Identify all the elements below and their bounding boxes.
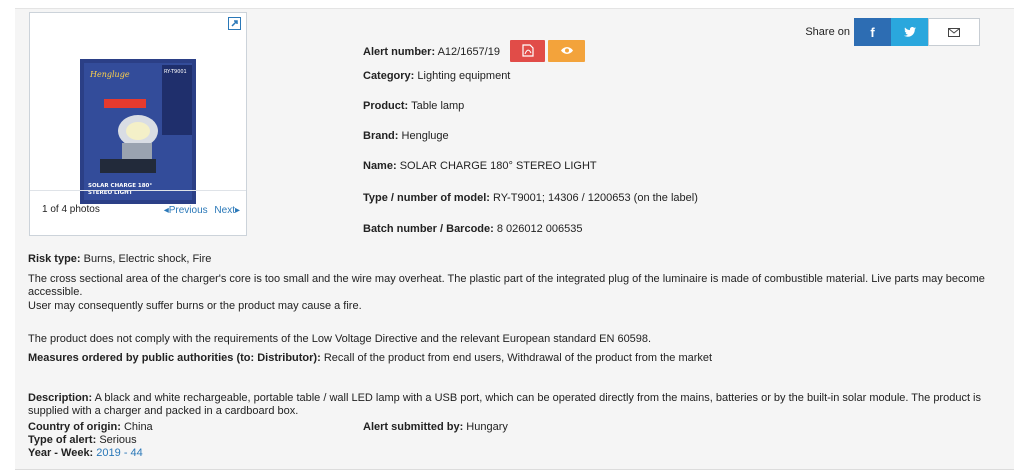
expand-icon[interactable] [228,17,241,30]
measures-value: Recall of the product from end users, Wi… [323,352,713,364]
share-bar: Share on f [805,18,980,46]
eye-icon [561,47,573,54]
twitter-icon [903,27,916,37]
category-row: Category: Lighting equipment [363,70,510,82]
model-row: Type / number of model: RY-T9001; 14306 … [363,192,698,204]
category-value: Lighting equipment [417,70,511,82]
name-value: SOLAR CHARGE 180° STEREO LIGHT [399,160,597,172]
submitted-label: Alert submitted by: [363,421,464,433]
photo-pager: ◂Previous Next▸ [164,205,240,216]
photo-footer: 1 of 4 photos ◂Previous Next▸ [30,190,246,235]
risk-consequence: User may consequently suffer burns or th… [28,300,362,312]
risk-type-row: Risk type: Burns, Electric shock, Fire [28,253,1006,266]
batch-label: Batch number / Barcode: [363,223,494,235]
box-brand-text: Hengluge [89,70,130,79]
next-link[interactable]: Next▸ [214,205,240,216]
name-label: Name: [363,160,397,172]
product-label: Product: [363,100,409,112]
model-label: Type / number of model: [363,192,490,204]
facebook-share-button[interactable]: f [854,18,891,46]
submitted-value: Hungary [466,421,508,433]
brand-value: Hengluge [401,130,449,142]
photo-gallery: Hengluge RY-T9001 SOLAR CHARGE 180° STER… [29,12,247,236]
batch-row: Batch number / Barcode: 8 026012 006535 [363,223,583,235]
next-label: Next [214,205,235,216]
description-value: A black and white rechargeable, portable… [28,392,982,417]
risk-type-value: Burns, Electric shock, Fire [83,253,212,265]
year-week-link[interactable]: 2019 - 44 [96,447,142,459]
measures-label: Measures ordered by public authorities (… [28,352,321,364]
brand-label: Brand: [363,130,399,142]
facebook-icon: f [870,24,875,40]
measures-row: Measures ordered by public authorities (… [28,352,1006,365]
alert-number-label: Alert number: [363,46,436,58]
alert-number: Alert number: A12/1657/19 [363,46,500,58]
year-week-label: Year - Week: [28,447,94,459]
alert-number-value: A12/1657/19 [437,46,500,58]
country-label: Country of origin: [28,421,121,433]
photo-count: 1 of 4 photos [42,204,100,215]
box-title-line-1: SOLAR CHARGE 180° [88,183,152,189]
view-button[interactable] [548,40,585,62]
name-row: Name: SOLAR CHARGE 180° STEREO LIGHT [363,160,597,172]
risk-type-label: Risk type: [28,253,81,265]
description-label: Description: [28,392,93,404]
category-label: Category: [363,70,415,82]
alert-type-value: Serious [99,434,137,446]
compliance-text: The product does not comply with the req… [28,333,652,345]
product-row: Product: Table lamp [363,100,464,112]
submitted-row: Alert submitted by: Hungary [363,421,763,434]
batch-value: 8 026012 006535 [496,223,583,235]
country-row: Country of origin: China [28,421,328,434]
risk-description: The cross sectional area of the charger'… [28,273,985,298]
pdf-button[interactable] [510,40,545,62]
alert-type-row: Type of alert: Serious [28,434,328,447]
share-label: Share on [805,26,850,38]
brand-row: Brand: Hengluge [363,130,449,142]
envelope-icon [948,27,960,37]
email-share-button[interactable] [928,18,980,46]
previous-link[interactable]: ◂Previous [164,205,208,216]
previous-label: Previous [168,205,208,216]
product-photo[interactable]: Hengluge RY-T9001 SOLAR CHARGE 180° STER… [80,59,196,204]
pdf-icon [522,44,534,57]
year-week-row: Year - Week: 2019 - 44 [28,447,328,460]
chevron-right-icon: ▸ [234,205,240,216]
twitter-share-button[interactable] [891,18,928,46]
description-row: Description: A black and white rechargea… [28,392,1006,418]
alert-type-label: Type of alert: [28,434,97,446]
product-value: Table lamp [411,100,465,112]
model-value: RY-T9001; 14306 / 1200653 (on the label) [492,192,698,204]
box-model-text: RY-T9001 [164,69,187,75]
country-value: China [123,421,153,433]
